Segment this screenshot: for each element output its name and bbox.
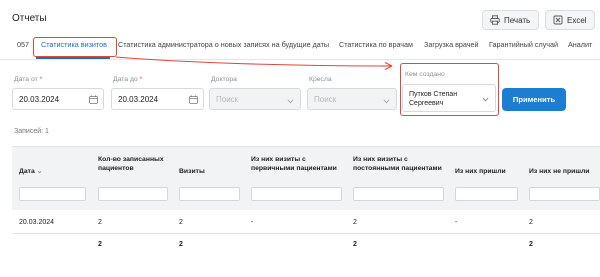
date-to-value: 20.03.2024	[118, 94, 159, 104]
column-header-primary-visits: Из них визиты с первичными пациентами	[251, 156, 337, 172]
cell-date: 20.03.2024	[19, 219, 55, 226]
date-to-label: Дата до *	[113, 76, 143, 83]
chevron-down-icon	[482, 96, 489, 105]
column-header-not-came: Из них не пришли	[529, 168, 590, 175]
cell-primary: -	[251, 219, 254, 226]
chevron-down-icon	[287, 97, 294, 106]
chevron-down-icon[interactable]: ⌄	[37, 167, 43, 176]
created-by-select[interactable]: Путков Степан Сергеевич	[402, 84, 496, 112]
booked-filter-input[interactable]	[98, 187, 168, 201]
calendar-icon[interactable]	[189, 95, 198, 106]
regular-filter-input[interactable]	[353, 187, 444, 201]
date-from-input[interactable]: 20.03.2024	[12, 88, 104, 110]
column-header-visits: Визиты	[179, 168, 205, 175]
chair-placeholder: Поиск	[314, 94, 337, 104]
date-filter-input[interactable]	[19, 187, 86, 201]
date-from-label: Дата от *	[14, 76, 43, 83]
total-booked: 2	[98, 241, 102, 248]
date-to-input[interactable]: 20.03.2024	[111, 88, 204, 110]
records-count: Записей: 1	[14, 128, 49, 135]
column-header-date[interactable]: Дата ⌄	[19, 167, 42, 176]
doctor-placeholder: Поиск	[216, 94, 239, 104]
chair-label: Кресла	[309, 76, 332, 83]
came-filter-input[interactable]	[455, 187, 518, 201]
created-by-label: Кем создано	[405, 71, 445, 78]
column-header-came: Из них пришли	[455, 168, 506, 175]
doctor-label: Доктора	[211, 76, 237, 83]
primary-filter-input[interactable]	[251, 187, 342, 201]
doctor-select[interactable]: Поиск	[209, 88, 301, 110]
date-from-value: 20.03.2024	[19, 94, 60, 104]
cell-regular: 2	[353, 219, 357, 226]
visits-filter-input[interactable]	[179, 187, 240, 201]
not-came-filter-input[interactable]	[529, 187, 600, 201]
cell-visits: 2	[179, 219, 183, 226]
calendar-icon[interactable]	[89, 95, 98, 106]
chair-select[interactable]: Поиск	[307, 88, 397, 110]
total-not-came: 2	[529, 241, 533, 248]
column-header-regular-visits: Из них визиты с постоянными пациентами	[353, 156, 442, 172]
apply-button[interactable]: Применить	[502, 88, 566, 111]
column-header-booked-patients: Кол-во записанных пациентов	[98, 156, 164, 172]
total-regular: 2	[353, 241, 357, 248]
chevron-down-icon	[383, 97, 390, 106]
cell-not-came: 2	[529, 219, 533, 226]
total-visits: 2	[179, 241, 183, 248]
cell-booked: 2	[98, 219, 102, 226]
cell-came: -	[455, 219, 458, 226]
